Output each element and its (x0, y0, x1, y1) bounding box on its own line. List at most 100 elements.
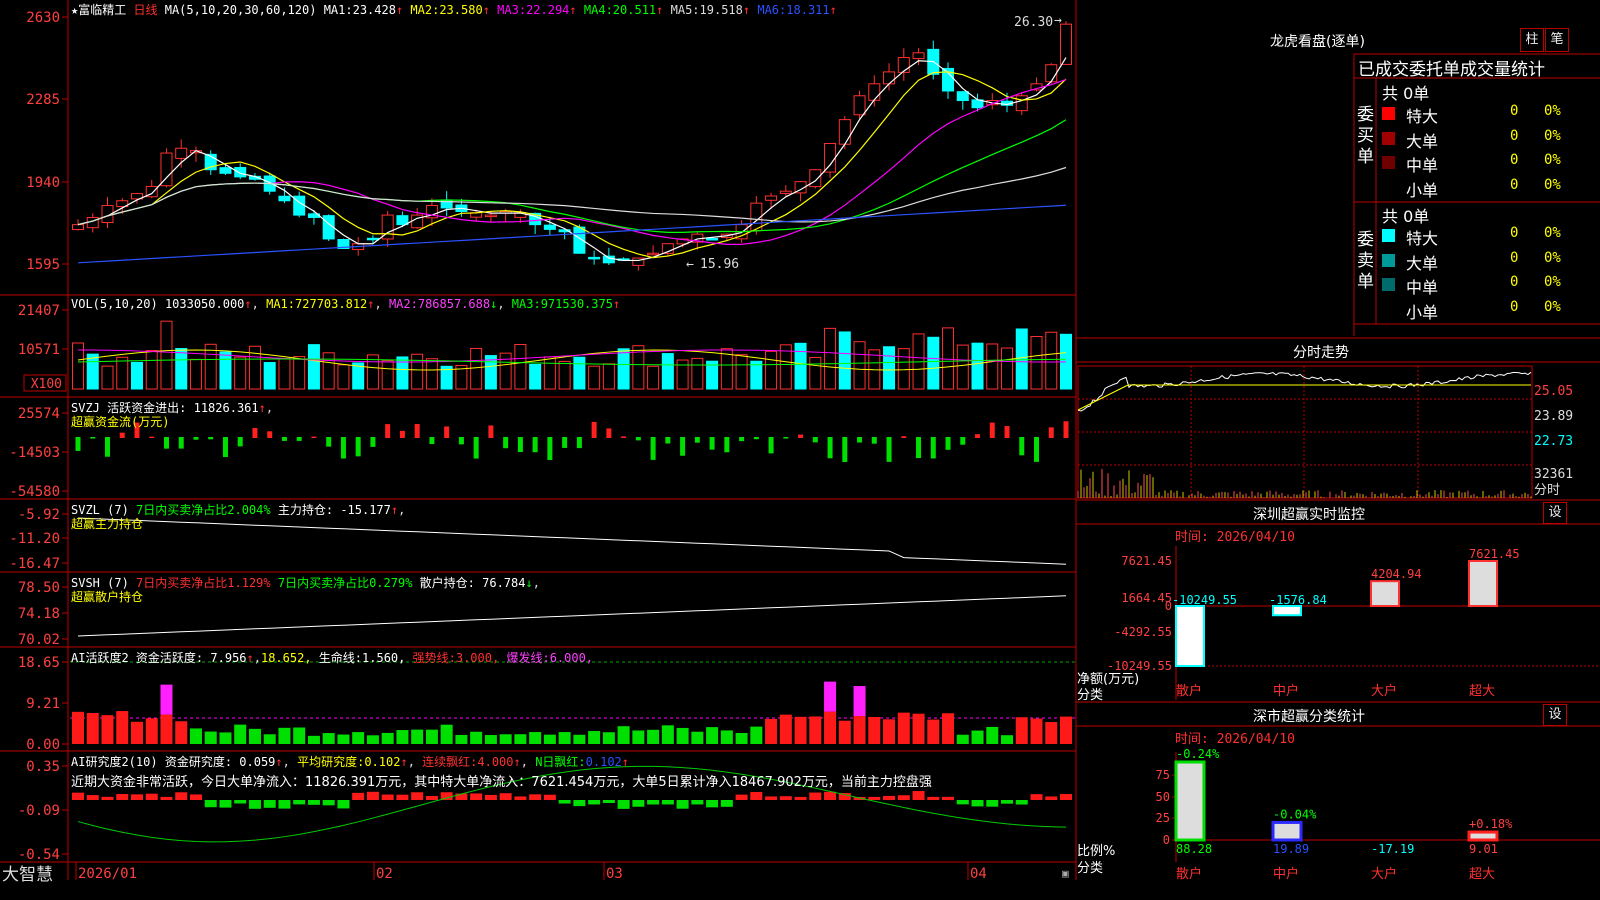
kline-y-label: 2630 (26, 10, 60, 26)
svzj-bar (635, 437, 641, 441)
date-label: 02 (376, 866, 393, 882)
ai-research-bar (912, 791, 925, 800)
candle (160, 152, 173, 187)
ai-active-bar (499, 734, 512, 744)
svzj-bar (311, 436, 317, 438)
sell-count: 共 0单 (1382, 207, 1430, 226)
volume-bars[interactable] (72, 320, 1072, 390)
ai-active-bar (470, 731, 483, 744)
bar-mode-button[interactable]: 柱 (1520, 28, 1544, 52)
volume-bar (145, 350, 158, 390)
ai-research-bar (735, 794, 748, 800)
ai-research-bar (204, 800, 217, 808)
tab-volume-stats[interactable]: 成交量统计 (1460, 60, 1545, 80)
intraday-y-label: 23.89 (1534, 409, 1573, 424)
ai-research-bar (425, 795, 438, 800)
classify-bottom-label: 88.28 (1176, 842, 1212, 856)
svzl-line-path (77, 517, 1067, 565)
stock-name[interactable]: 富临精工 (78, 3, 126, 17)
ai-research-bar (543, 794, 556, 800)
ai-active-bar (366, 735, 379, 744)
ai-active-bar (956, 734, 969, 744)
ai-research-bar (484, 794, 497, 800)
ai-active-y-label: 0.00 (26, 737, 60, 753)
monitor-category: 中户 (1273, 683, 1299, 699)
ai-active-bar (1015, 717, 1028, 744)
period-label[interactable]: 日线 (133, 3, 157, 17)
ai-research-bar (219, 800, 232, 808)
vol-unit: X100 (31, 377, 62, 392)
monitor-chart[interactable]: 7621.451664.450-4292.55-10249.55-10249.5… (1107, 546, 1600, 700)
svzj-y-label: 25574 (18, 406, 60, 422)
ai-research-bar (455, 793, 468, 800)
ai-research-bar (1015, 800, 1028, 805)
ai-research-bar (632, 800, 645, 807)
volume-bar (514, 343, 527, 390)
ai-active-bar (189, 728, 202, 744)
volume-bar (411, 353, 424, 390)
candle (838, 119, 851, 145)
svzj-bar (488, 425, 494, 438)
ai-research-bar (337, 800, 350, 809)
tick-mode-button[interactable]: 笔 (1545, 28, 1569, 52)
ai-active-bar (676, 727, 689, 744)
svzj-bar (296, 437, 302, 441)
ai-active-bar (647, 729, 660, 744)
classify-time: 时间: 2026/04/10 (1175, 732, 1295, 747)
volume-bar (322, 352, 335, 390)
vol-ma3: MA3:971530.375 (511, 297, 613, 311)
classify-settings-button[interactable]: 设 (1543, 704, 1567, 726)
app-logo[interactable]: 大智慧 (2, 860, 53, 885)
classify-bottom-label: 19.89 (1273, 842, 1309, 856)
volume-bar (883, 346, 896, 390)
classify-chart[interactable]: 75 50 25 0 -0.24% 88.28 散户 -0.04% 19.89 中户 -17.19 大… (1156, 747, 1600, 882)
ai-research-bar (234, 800, 247, 804)
volume-bar (219, 351, 232, 390)
ai-active-bars (70, 661, 1076, 744)
svzj-bar (916, 437, 922, 459)
classify-bar (1467, 830, 1499, 842)
ai-active-bar (1045, 721, 1058, 744)
ai-research-bar (72, 792, 84, 800)
svzj-bar (621, 436, 627, 438)
ai-active-bar (824, 711, 837, 744)
tab-orders[interactable]: 委托单 (1409, 60, 1460, 80)
lock-icon[interactable]: ▣ (1062, 867, 1069, 880)
ai-research-bar (617, 800, 630, 809)
ai-active-bar-top (853, 686, 866, 717)
ai-research-bar (588, 800, 601, 805)
order-row-sell: 小单 0 0% (1380, 299, 1600, 322)
ai-research-bar (263, 800, 276, 808)
ai-research-bar (175, 792, 188, 800)
ai-research-bar (942, 796, 955, 800)
candle (765, 195, 778, 201)
candle (1045, 64, 1058, 83)
candle (175, 147, 188, 159)
ai-active-bar (1030, 718, 1043, 744)
ma-line (77, 119, 1067, 233)
intraday-title: 分时走势 (1293, 345, 1349, 361)
ai-active-bar (440, 724, 453, 744)
classify-bar (1174, 760, 1206, 842)
ai-active-bar-top (824, 681, 837, 712)
ai-research-bar (130, 794, 143, 800)
ai-active-bar (455, 734, 468, 744)
ma-line (77, 204, 1067, 264)
svzj-bars (75, 421, 1069, 462)
svsh-y-label: 74.18 (18, 606, 60, 622)
svzj-bar (606, 428, 612, 438)
tab-executed[interactable]: 已成交 (1358, 60, 1409, 80)
date-label: 2026/01 (78, 866, 137, 882)
ai-active-bar (632, 730, 645, 744)
volume-bar (189, 358, 202, 390)
svzj-bar (222, 437, 228, 458)
ai-active-bar (130, 721, 143, 744)
monitor-settings-button[interactable]: 设 (1543, 502, 1567, 524)
svzj-y-label: -54580 (9, 484, 60, 500)
ai-research-bar (779, 796, 792, 800)
volume-bar (573, 356, 586, 390)
color-swatch (1382, 107, 1395, 120)
ai-active-bar (116, 711, 129, 744)
volume-bar (543, 356, 556, 390)
ai-research-bar (558, 800, 571, 804)
